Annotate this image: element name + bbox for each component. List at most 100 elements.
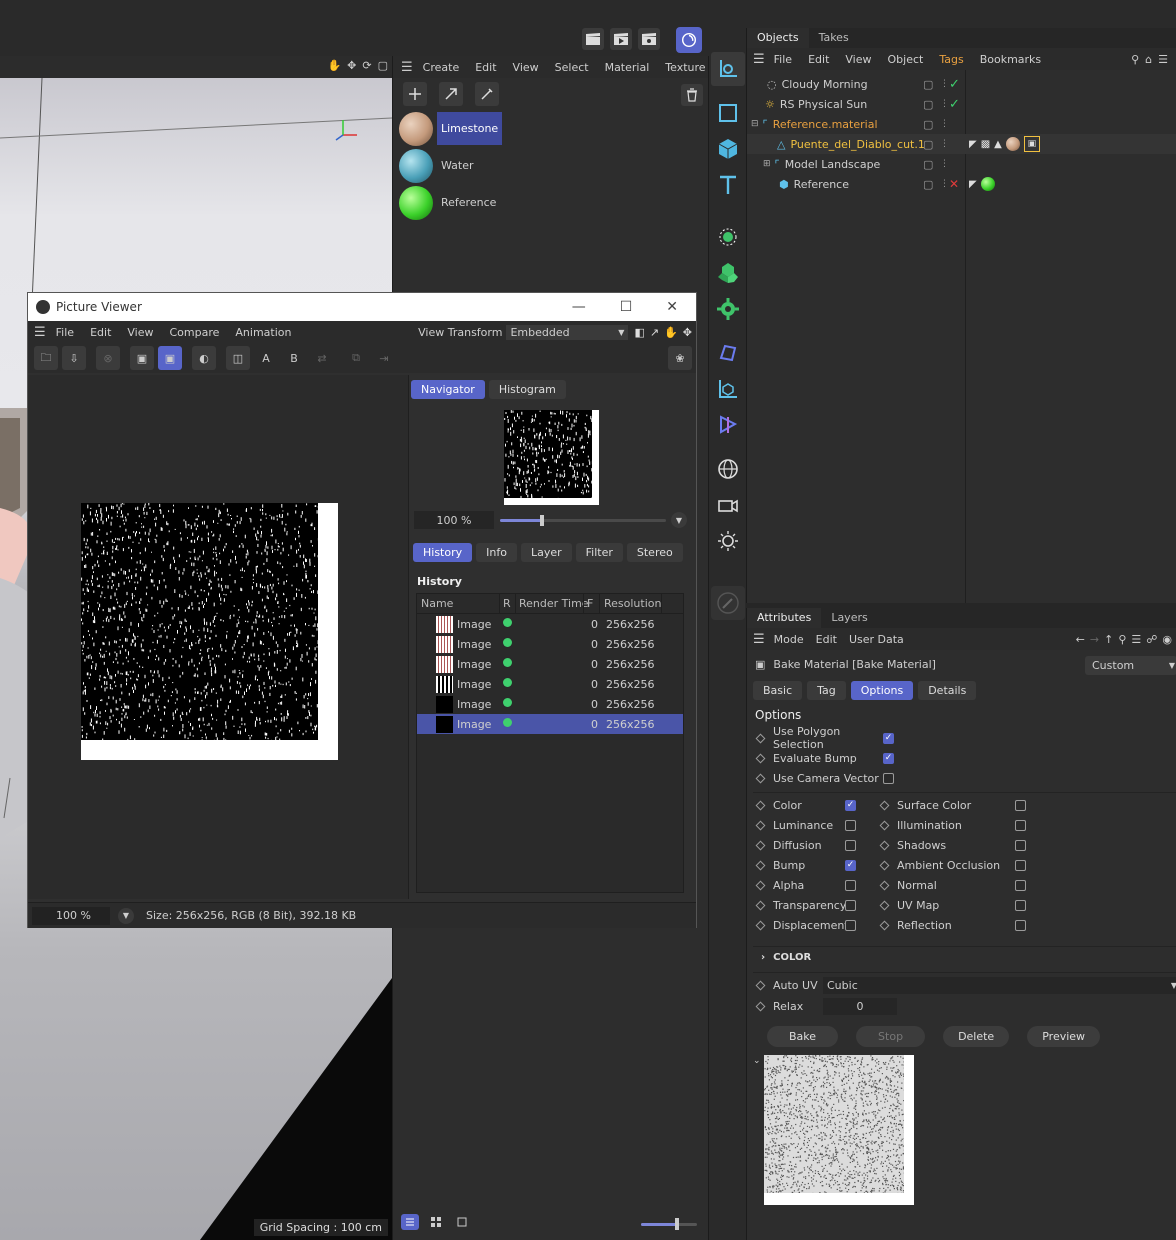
- filter-icon[interactable]: ☰: [1158, 53, 1168, 66]
- material-label[interactable]: Limestone: [437, 112, 503, 145]
- slider-handle[interactable]: [539, 515, 544, 526]
- bake-channel-option[interactable]: Surface Color: [879, 795, 1026, 815]
- menu-file[interactable]: File: [56, 326, 74, 339]
- checkbox[interactable]: [845, 799, 856, 811]
- bake-channel-option[interactable]: UV Map: [879, 895, 1026, 915]
- delete-material-button[interactable]: [681, 84, 703, 106]
- object-label[interactable]: RS Physical Sun: [780, 98, 867, 111]
- keyframe-diamond-icon[interactable]: [755, 880, 766, 890]
- object-label[interactable]: Reference: [794, 178, 849, 191]
- tab-navigator[interactable]: Navigator: [411, 380, 485, 399]
- layers-button[interactable]: ⧉: [344, 346, 368, 370]
- menu-object[interactable]: Object: [888, 53, 924, 66]
- keyframe-diamond-icon[interactable]: [755, 820, 766, 830]
- tab-info[interactable]: Info: [476, 543, 517, 562]
- auto-uv-dropdown[interactable]: Cubic ▼: [823, 976, 1176, 994]
- zoom-slider[interactable]: [500, 515, 666, 526]
- object-row[interactable]: ⊟ ⌜ Reference.material ▢ ⋮: [747, 114, 1176, 134]
- checkbox[interactable]: [1015, 879, 1026, 891]
- navigator-preview[interactable]: [504, 410, 599, 505]
- object-label[interactable]: Model Landscape: [785, 158, 881, 171]
- preset-dropdown[interactable]: Custom ▼: [1085, 656, 1176, 675]
- hand-icon[interactable]: ✋: [664, 326, 678, 339]
- preview-button[interactable]: Preview: [1027, 1026, 1101, 1047]
- color-toggle-button[interactable]: ◐: [192, 346, 216, 370]
- menu-view[interactable]: View: [845, 53, 871, 66]
- object-row[interactable]: △ Puente_del_Diablo_cut.1 ▢ ⋮ ◤ ▩ ▲ ▣: [747, 134, 1176, 154]
- move-icon[interactable]: ✥: [683, 326, 692, 339]
- camera-tool[interactable]: [711, 488, 745, 522]
- target-icon[interactable]: ◉: [1162, 633, 1172, 646]
- delete-button[interactable]: Delete: [943, 1026, 1010, 1047]
- checkbox[interactable]: [845, 899, 856, 911]
- menu-edit[interactable]: Edit: [90, 326, 111, 339]
- menu-file[interactable]: File: [774, 53, 792, 66]
- close-icon[interactable]: ✕: [666, 299, 678, 315]
- visibility-dots-icon[interactable]: ⋮: [940, 179, 949, 189]
- uvw-tag-icon[interactable]: ◤: [969, 139, 977, 150]
- render-settings-button[interactable]: [638, 28, 660, 50]
- tab-basic[interactable]: Basic: [753, 681, 803, 700]
- keyframe-diamond-icon[interactable]: [755, 920, 766, 930]
- visibility-dots-icon[interactable]: ⋮: [940, 119, 949, 129]
- view-transform-dropdown[interactable]: Embedded ▼: [506, 324, 629, 340]
- visibility-dots-icon[interactable]: ⋮: [940, 159, 949, 169]
- tab-tag[interactable]: Tag: [807, 681, 846, 700]
- menu-animation[interactable]: Animation: [235, 326, 291, 339]
- move-icon[interactable]: ✥: [347, 59, 356, 72]
- add-material-button[interactable]: [403, 82, 427, 106]
- keyframe-diamond-icon[interactable]: [879, 840, 890, 850]
- menu-texture[interactable]: Texture: [665, 61, 705, 74]
- tab-histogram[interactable]: Histogram: [488, 380, 566, 399]
- tab-options[interactable]: Options: [850, 681, 914, 700]
- hamburger-icon[interactable]: ☰: [753, 52, 765, 67]
- thumbnail-size-slider[interactable]: [641, 1218, 697, 1230]
- tab-filter[interactable]: Filter: [575, 543, 623, 562]
- stop-button[interactable]: Stop: [856, 1026, 926, 1047]
- keyframe-diamond-icon[interactable]: [879, 900, 890, 910]
- checkbox[interactable]: [1015, 819, 1026, 831]
- render-settings-button[interactable]: ❀: [668, 346, 692, 370]
- keyframe-diamond-icon[interactable]: [755, 980, 766, 990]
- keyframe-diamond-icon[interactable]: [755, 840, 766, 850]
- bake-channel-option[interactable]: Color: [755, 795, 856, 815]
- col-r[interactable]: R: [503, 597, 511, 610]
- keyframe-diamond-icon[interactable]: [755, 773, 766, 783]
- material-tag-icon[interactable]: [980, 177, 995, 191]
- split-view-icon[interactable]: ◧: [634, 326, 644, 339]
- hamburger-icon[interactable]: ☰: [401, 60, 413, 75]
- spline-tool[interactable]: [711, 96, 745, 130]
- external-link-icon[interactable]: ↗: [650, 326, 659, 339]
- bake-channel-option[interactable]: Displacement: [755, 915, 856, 935]
- status-zoom-menu-button[interactable]: ▼: [118, 907, 134, 924]
- history-row[interactable]: Image 0 256x256: [417, 674, 683, 694]
- uvw-tag-icon[interactable]: ◤: [969, 179, 977, 190]
- filter-icon[interactable]: ☰: [1131, 633, 1141, 646]
- swap-button[interactable]: ⇄: [310, 346, 334, 370]
- object-row[interactable]: ⊞ ⌜ Model Landscape ▢ ⋮: [747, 154, 1176, 174]
- sculpt-tool[interactable]: [711, 586, 745, 620]
- bake-channel-option[interactable]: Alpha: [755, 875, 856, 895]
- forward-arrow-icon[interactable]: →: [1090, 633, 1099, 646]
- save-button[interactable]: ⇩: [62, 346, 86, 370]
- tab-stereo[interactable]: Stereo: [626, 543, 683, 562]
- bake-channel-option[interactable]: Bump: [755, 855, 856, 875]
- checker-tag-icon[interactable]: ▩: [981, 139, 990, 150]
- enabled-check-icon[interactable]: ✓: [949, 97, 960, 112]
- environment-tool[interactable]: [711, 452, 745, 486]
- home-icon[interactable]: ⌂: [1145, 53, 1152, 66]
- deformer-tool[interactable]: [711, 292, 745, 326]
- menu-view[interactable]: View: [513, 61, 539, 74]
- cloner-tool[interactable]: [711, 256, 745, 290]
- material-item[interactable]: Water: [395, 147, 502, 184]
- enabled-check-icon[interactable]: ✓: [949, 77, 960, 92]
- option-use-camera-vector[interactable]: Use Camera Vector: [755, 768, 894, 788]
- bake-button[interactable]: Bake: [767, 1026, 839, 1047]
- keyframe-diamond-icon[interactable]: [879, 800, 890, 810]
- object-row[interactable]: ⬢ Reference ▢ ⋮ ✕ ◤: [747, 174, 1176, 194]
- keyframe-diamond-icon[interactable]: [755, 753, 766, 763]
- keyframe-diamond-icon[interactable]: [755, 900, 766, 910]
- chevron-down-icon[interactable]: ⌄: [753, 1056, 761, 1066]
- compare-button[interactable]: ◫: [226, 346, 250, 370]
- material-item[interactable]: Limestone: [395, 110, 503, 147]
